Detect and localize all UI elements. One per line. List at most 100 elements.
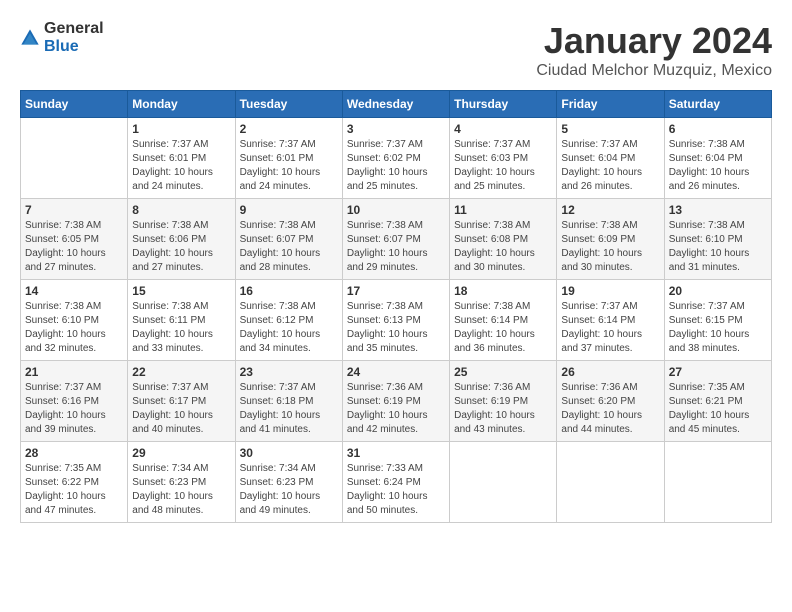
calendar-cell: 5 Sunrise: 7:37 AM Sunset: 6:04 PM Daylig… — [557, 118, 664, 199]
calendar-cell: 21 Sunrise: 7:37 AM Sunset: 6:16 PM Dayli… — [21, 361, 128, 442]
calendar-cell: 20 Sunrise: 7:37 AM Sunset: 6:15 PM Dayli… — [664, 280, 771, 361]
calendar-cell: 23 Sunrise: 7:37 AM Sunset: 6:18 PM Dayli… — [235, 361, 342, 442]
logo-general-text: General — [44, 20, 104, 38]
day-info: Sunrise: 7:37 AM Sunset: 6:01 PM Dayligh… — [132, 138, 230, 194]
day-number: 2 — [240, 122, 338, 136]
title-block: January 2024 Ciudad Melchor Muzquiz, Mex… — [536, 20, 772, 80]
day-number: 23 — [240, 365, 338, 379]
calendar-cell: 29 Sunrise: 7:34 AM Sunset: 6:23 PM Dayli… — [128, 442, 235, 523]
calendar-cell: 22 Sunrise: 7:37 AM Sunset: 6:17 PM Dayli… — [128, 361, 235, 442]
day-number: 9 — [240, 203, 338, 217]
calendar-table: SundayMondayTuesdayWednesdayThursdayFrid… — [20, 90, 772, 523]
logo-blue-text: Blue — [44, 38, 104, 56]
col-header-tuesday: Tuesday — [235, 91, 342, 118]
day-info: Sunrise: 7:37 AM Sunset: 6:14 PM Dayligh… — [561, 300, 659, 356]
day-info: Sunrise: 7:33 AM Sunset: 6:24 PM Dayligh… — [347, 462, 445, 518]
month-title: January 2024 — [536, 20, 772, 62]
logo: General Blue — [20, 20, 104, 55]
calendar-cell: 27Sunrise: 7:35 AM Sunset: 6:21 PM Dayli… — [664, 361, 771, 442]
col-header-wednesday: Wednesday — [342, 91, 449, 118]
calendar-cell: 7Sunrise: 7:38 AM Sunset: 6:05 PM Daylig… — [21, 199, 128, 280]
calendar-cell: 24 Sunrise: 7:36 AM Sunset: 6:19 PM Dayli… — [342, 361, 449, 442]
col-header-sunday: Sunday — [21, 91, 128, 118]
calendar-cell — [21, 118, 128, 199]
calendar-cell: 18Sunrise: 7:38 AM Sunset: 6:14 PM Dayli… — [450, 280, 557, 361]
day-info: Sunrise: 7:38 AM Sunset: 6:07 PM Dayligh… — [347, 219, 445, 275]
calendar-cell: 2 Sunrise: 7:37 AM Sunset: 6:01 PM Daylig… — [235, 118, 342, 199]
calendar-cell: 10 Sunrise: 7:38 AM Sunset: 6:07 PM Dayli… — [342, 199, 449, 280]
day-number: 6 — [669, 122, 767, 136]
calendar-cell: 11 Sunrise: 7:38 AM Sunset: 6:08 PM Dayli… — [450, 199, 557, 280]
calendar-cell — [557, 442, 664, 523]
week-row: 28 Sunrise: 7:35 AM Sunset: 6:22 PM Dayli… — [21, 442, 772, 523]
logo-icon — [20, 28, 40, 48]
day-number: 7 — [25, 203, 123, 217]
day-number: 28 — [25, 446, 123, 460]
calendar-header: SundayMondayTuesdayWednesdayThursdayFrid… — [21, 91, 772, 118]
day-info: Sunrise: 7:35 AM Sunset: 6:22 PM Dayligh… — [25, 462, 123, 518]
col-header-monday: Monday — [128, 91, 235, 118]
calendar-cell: 15 Sunrise: 7:38 AM Sunset: 6:11 PM Dayli… — [128, 280, 235, 361]
day-info: Sunrise: 7:38 AM Sunset: 6:09 PM Dayligh… — [561, 219, 659, 275]
day-info: Sunrise: 7:38 AM Sunset: 6:10 PM Dayligh… — [25, 300, 123, 356]
week-row: 14 Sunrise: 7:38 AM Sunset: 6:10 PM Dayli… — [21, 280, 772, 361]
day-number: 5 — [561, 122, 659, 136]
day-info: Sunrise: 7:37 AM Sunset: 6:16 PM Dayligh… — [25, 381, 123, 437]
calendar-cell: 17Sunrise: 7:38 AM Sunset: 6:13 PM Dayli… — [342, 280, 449, 361]
day-number: 21 — [25, 365, 123, 379]
day-number: 31 — [347, 446, 445, 460]
calendar-cell: 30 Sunrise: 7:34 AM Sunset: 6:23 PM Dayli… — [235, 442, 342, 523]
calendar-cell: 26 Sunrise: 7:36 AM Sunset: 6:20 PM Dayli… — [557, 361, 664, 442]
day-number: 22 — [132, 365, 230, 379]
header-row: SundayMondayTuesdayWednesdayThursdayFrid… — [21, 91, 772, 118]
day-number: 14 — [25, 284, 123, 298]
day-number: 27 — [669, 365, 767, 379]
day-number: 4 — [454, 122, 552, 136]
calendar-body: 1 Sunrise: 7:37 AM Sunset: 6:01 PM Daylig… — [21, 118, 772, 523]
day-info: Sunrise: 7:34 AM Sunset: 6:23 PM Dayligh… — [240, 462, 338, 518]
day-info: Sunrise: 7:38 AM Sunset: 6:07 PM Dayligh… — [240, 219, 338, 275]
day-number: 20 — [669, 284, 767, 298]
day-info: Sunrise: 7:37 AM Sunset: 6:04 PM Dayligh… — [561, 138, 659, 194]
calendar-cell: 1 Sunrise: 7:37 AM Sunset: 6:01 PM Daylig… — [128, 118, 235, 199]
day-number: 10 — [347, 203, 445, 217]
day-info: Sunrise: 7:38 AM Sunset: 6:11 PM Dayligh… — [132, 300, 230, 356]
day-info: Sunrise: 7:38 AM Sunset: 6:08 PM Dayligh… — [454, 219, 552, 275]
calendar-cell — [450, 442, 557, 523]
calendar-cell: 19Sunrise: 7:37 AM Sunset: 6:14 PM Dayli… — [557, 280, 664, 361]
day-info: Sunrise: 7:37 AM Sunset: 6:18 PM Dayligh… — [240, 381, 338, 437]
day-number: 25 — [454, 365, 552, 379]
day-info: Sunrise: 7:37 AM Sunset: 6:01 PM Dayligh… — [240, 138, 338, 194]
calendar-cell: 31 Sunrise: 7:33 AM Sunset: 6:24 PM Dayli… — [342, 442, 449, 523]
day-info: Sunrise: 7:36 AM Sunset: 6:20 PM Dayligh… — [561, 381, 659, 437]
week-row: 21 Sunrise: 7:37 AM Sunset: 6:16 PM Dayli… — [21, 361, 772, 442]
calendar-cell: 13Sunrise: 7:38 AM Sunset: 6:10 PM Dayli… — [664, 199, 771, 280]
col-header-thursday: Thursday — [450, 91, 557, 118]
day-number: 24 — [347, 365, 445, 379]
calendar-cell: 14 Sunrise: 7:38 AM Sunset: 6:10 PM Dayli… — [21, 280, 128, 361]
day-number: 8 — [132, 203, 230, 217]
location-subtitle: Ciudad Melchor Muzquiz, Mexico — [536, 62, 772, 80]
day-info: Sunrise: 7:36 AM Sunset: 6:19 PM Dayligh… — [347, 381, 445, 437]
day-info: Sunrise: 7:38 AM Sunset: 6:06 PM Dayligh… — [132, 219, 230, 275]
day-number: 26 — [561, 365, 659, 379]
day-number: 29 — [132, 446, 230, 460]
day-info: Sunrise: 7:38 AM Sunset: 6:12 PM Dayligh… — [240, 300, 338, 356]
day-number: 11 — [454, 203, 552, 217]
day-number: 30 — [240, 446, 338, 460]
day-info: Sunrise: 7:38 AM Sunset: 6:10 PM Dayligh… — [669, 219, 767, 275]
day-number: 15 — [132, 284, 230, 298]
day-info: Sunrise: 7:34 AM Sunset: 6:23 PM Dayligh… — [132, 462, 230, 518]
day-info: Sunrise: 7:37 AM Sunset: 6:17 PM Dayligh… — [132, 381, 230, 437]
day-number: 1 — [132, 122, 230, 136]
calendar-cell — [664, 442, 771, 523]
week-row: 1 Sunrise: 7:37 AM Sunset: 6:01 PM Daylig… — [21, 118, 772, 199]
calendar-cell: 3Sunrise: 7:37 AM Sunset: 6:02 PM Daylig… — [342, 118, 449, 199]
day-info: Sunrise: 7:37 AM Sunset: 6:03 PM Dayligh… — [454, 138, 552, 194]
day-number: 17 — [347, 284, 445, 298]
day-info: Sunrise: 7:37 AM Sunset: 6:02 PM Dayligh… — [347, 138, 445, 194]
day-number: 16 — [240, 284, 338, 298]
calendar-cell: 12Sunrise: 7:38 AM Sunset: 6:09 PM Dayli… — [557, 199, 664, 280]
day-info: Sunrise: 7:37 AM Sunset: 6:15 PM Dayligh… — [669, 300, 767, 356]
page-header: General Blue January 2024 Ciudad Melchor… — [20, 20, 772, 80]
